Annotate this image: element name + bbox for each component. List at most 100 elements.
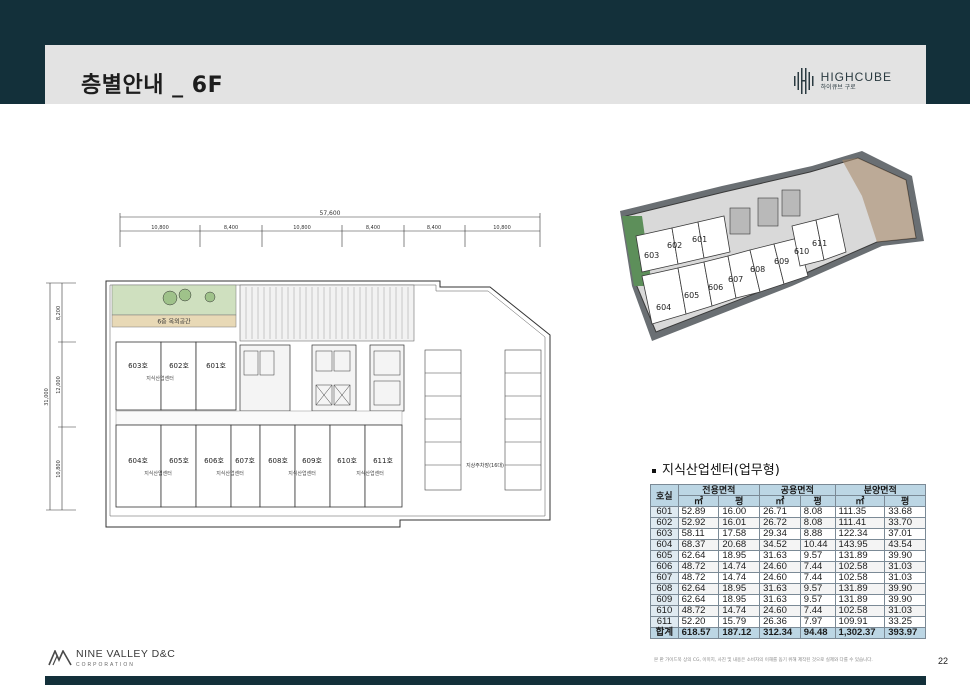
table-row: 610 48.72 14.74 24.60 7.44 102.58 31.03	[650, 605, 926, 617]
cell: 102.58	[834, 605, 886, 617]
cell: 8.88	[799, 528, 836, 540]
table-row: 611 52.20 15.79 26.36 7.97 109.91 33.25	[650, 616, 926, 628]
cell: 31.63	[759, 594, 801, 606]
render-601: 601	[692, 235, 707, 244]
render-604: 604	[656, 303, 671, 312]
cell: 26.36	[759, 616, 801, 628]
cell: 15.79	[718, 616, 761, 628]
highcube-logo: HIGHCUBE 하이큐브 구로	[793, 67, 892, 95]
cell: 26.72	[759, 517, 801, 529]
floor-plan: 57,600 10,800 8,400 10,800 8,400 8,400 1…	[44, 210, 551, 528]
cell: 312.34	[759, 627, 801, 639]
cell: 24.60	[759, 561, 801, 573]
table-row: 604 68.37 20.68 34.52 10.44 143.95 43.54	[650, 539, 926, 551]
bottom-rooms-use-label-2: 지식산업센터	[216, 470, 244, 477]
dim-total: 57,600	[320, 210, 341, 217]
cell: 94.48	[799, 627, 836, 639]
logo-subtext: 하이큐브 구로	[820, 84, 856, 91]
cell: 187.12	[718, 627, 761, 639]
floor-3d-render: 603 602 601 604 605 606 607 608 609 610 …	[620, 151, 924, 341]
dim-col-4: 8,400	[366, 225, 380, 231]
cell: 9.57	[799, 583, 836, 595]
dim-col-1: 10,800	[151, 225, 169, 231]
cell: 111.41	[834, 517, 886, 529]
top-rooms-use-label: 지식산업센터	[146, 375, 174, 382]
room-606-label: 606호	[204, 457, 224, 465]
cell: 608	[650, 583, 679, 595]
cell: 합계	[650, 627, 679, 639]
parking-label: 지상주차장(16대)	[466, 462, 504, 469]
table-row: 603 58.11 17.58 29.34 8.88 122.34 37.01	[650, 528, 926, 540]
cell: 7.97	[799, 616, 836, 628]
cell: 9.57	[799, 594, 836, 606]
render-602: 602	[667, 241, 682, 250]
cell: 33.68	[884, 506, 926, 518]
cell: 131.89	[834, 594, 886, 606]
render-610: 610	[794, 247, 809, 256]
cell: 31.03	[884, 572, 926, 584]
cell: 68.37	[677, 539, 720, 551]
cell: 143.95	[834, 539, 886, 551]
cell: 131.89	[834, 550, 886, 562]
cell: 602	[650, 517, 679, 529]
cell: 62.64	[677, 583, 720, 595]
th-exclusive: 전용면적	[677, 484, 761, 496]
cell: 62.64	[677, 594, 720, 606]
cell: 16.00	[718, 506, 761, 518]
th-exclusive-sqm: ㎡	[677, 495, 720, 507]
cell: 109.91	[834, 616, 886, 628]
table-row: 601 52.89 16.00 26.71 8.08 111.35 33.68	[650, 506, 926, 518]
dim-col-5: 8,400	[427, 225, 441, 231]
logo-text: HIGHCUBE	[820, 70, 892, 84]
area-table: 호실 전용면적 공용면적 분양면적 ㎡ 평 ㎡ 평 ㎡ 평 601 52.89 16…	[650, 484, 927, 639]
cell: 52.89	[677, 506, 720, 518]
table-total-row: 합계 618.57 187.12 312.34 94.48 1,302.37 393.97	[650, 627, 926, 639]
cell: 43.54	[884, 539, 926, 551]
cell: 122.34	[834, 528, 886, 540]
room-605-label: 605호	[169, 457, 189, 465]
render-603: 603	[644, 251, 659, 260]
cell: 31.63	[759, 583, 801, 595]
bottom-rooms-use-label-3: 지식산업센터	[288, 470, 316, 477]
cell: 8.08	[799, 506, 836, 518]
cell: 609	[650, 594, 679, 606]
company-name: NINE VALLEY D&C	[76, 648, 176, 660]
table-row: 606 48.72 14.74 24.60 7.44 102.58 31.03	[650, 561, 926, 573]
cell: 58.11	[677, 528, 720, 540]
room-602-label: 602호	[169, 362, 189, 370]
table-row: 607 48.72 14.74 24.60 7.44 102.58 31.03	[650, 572, 926, 584]
header-bar: 층별안내 _ 6F HIGHCUBE 하이큐브 구로	[45, 45, 926, 104]
room-601-label: 601호	[206, 362, 226, 370]
cell: 9.57	[799, 550, 836, 562]
cell: 48.72	[677, 572, 720, 584]
cell: 603	[650, 528, 679, 540]
dim-side-1: 8,200	[56, 306, 62, 320]
table-row: 609 62.64 18.95 31.63 9.57 131.89 39.90	[650, 594, 926, 606]
cell: 605	[650, 550, 679, 562]
dim-side-2: 12,000	[56, 376, 62, 394]
bottom-band	[45, 676, 926, 685]
cell: 31.63	[759, 550, 801, 562]
bottom-rooms-use-label-1: 지식산업센터	[144, 470, 172, 477]
cell: 52.20	[677, 616, 720, 628]
highcube-mark-icon	[793, 68, 814, 94]
room-603-label: 603호	[128, 362, 148, 370]
cell: 618.57	[677, 627, 720, 639]
cell: 14.74	[718, 605, 761, 617]
table-section-title-text: 지식산업센터(업무형)	[662, 463, 780, 478]
cell: 20.68	[718, 539, 761, 551]
area-table-body: 601 52.89 16.00 26.71 8.08 111.35 33.68 602 52.…	[650, 506, 926, 628]
cell: 48.72	[677, 605, 720, 617]
cell: 26.71	[759, 506, 801, 518]
cell: 7.44	[799, 605, 836, 617]
dim-col-2: 8,400	[224, 225, 238, 231]
th-sale-pyeong: 평	[884, 495, 926, 507]
room-608-label: 608호	[268, 457, 288, 465]
cell: 39.90	[884, 594, 926, 606]
nine-valley-mark-icon	[48, 650, 72, 666]
disclaimer-text: 본 판 가이드북 상의 CG, 이미지, 사진 및 내용은 소비자의 이해를 돕…	[654, 658, 873, 663]
page-number: 22	[938, 656, 949, 666]
table-row: 605 62.64 18.95 31.63 9.57 131.89 39.90	[650, 550, 926, 562]
cell: 37.01	[884, 528, 926, 540]
cell: 18.95	[718, 594, 761, 606]
